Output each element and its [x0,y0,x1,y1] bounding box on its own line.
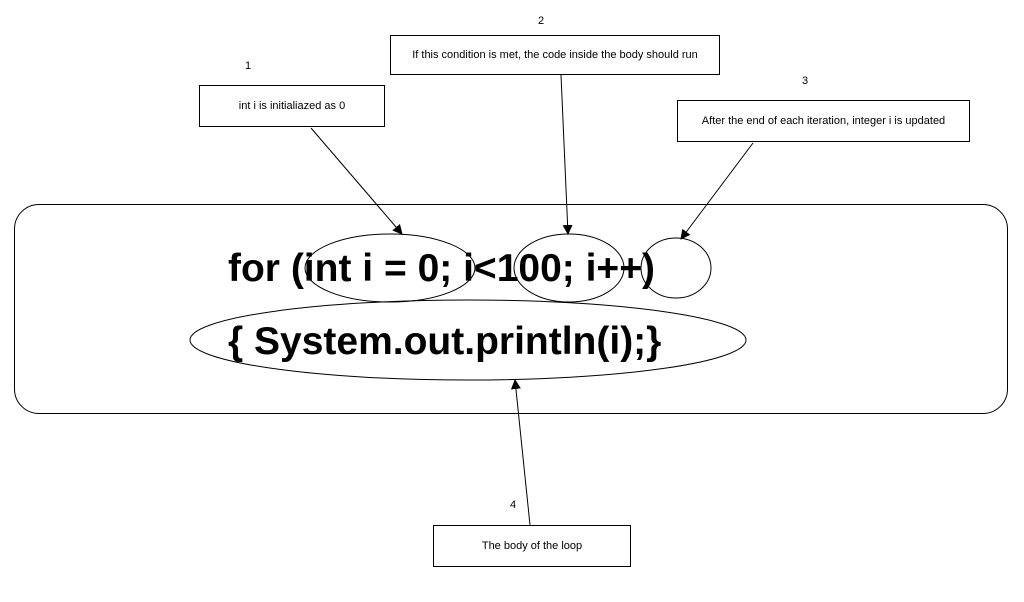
diagram-canvas: for (int i = 0; i<100; i++) { System.out… [0,0,1024,602]
annotation-label-4: 4 [510,499,516,511]
annotation-text-4: The body of the loop [482,540,582,552]
annotation-box-2: If this condition is met, the code insid… [390,35,720,75]
annotation-text-3: After the end of each iteration, integer… [702,115,945,127]
annotation-box-4: The body of the loop [433,525,631,567]
annotation-box-3: After the end of each iteration, integer… [677,100,970,142]
annotation-label-3: 3 [802,75,808,87]
annotation-label-2: 2 [538,15,544,27]
code-container [14,204,1008,414]
code-for-statement: for (int i = 0; i<100; i++) [228,247,655,291]
annotation-text-1: int i is initialiazed as 0 [239,100,345,112]
annotation-box-1: int i is initialiazed as 0 [199,85,385,127]
code-body-statement: { System.out.println(i);} [228,320,661,364]
annotation-label-1: 1 [245,60,251,72]
annotation-text-2: If this condition is met, the code insid… [412,49,698,61]
